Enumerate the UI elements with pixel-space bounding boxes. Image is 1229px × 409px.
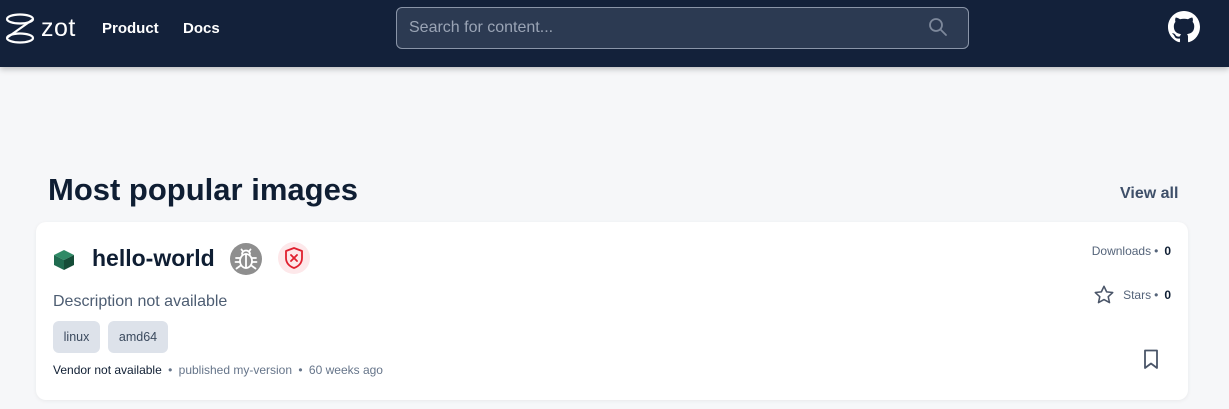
published-text: published my-version [178,363,293,377]
image-meta: Vendor not available • published my-vers… [53,363,383,377]
tag-linux[interactable]: linux [53,321,100,353]
vendor-text: Vendor not available [53,363,162,377]
downloads-label: Downloads [1091,244,1152,258]
bookmark-icon[interactable] [1140,348,1162,370]
tag-amd64[interactable]: amd64 [108,321,168,353]
downloads-value: 0 [1164,244,1171,258]
search-icon[interactable] [928,17,948,37]
image-card[interactable]: hello-world Description not available li… [36,222,1188,400]
stars-label: Stars [1123,288,1152,302]
stars-value: 0 [1164,288,1171,302]
cube-icon [54,250,74,270]
bug-icon[interactable] [229,242,263,276]
github-icon[interactable] [1168,11,1200,43]
search-input[interactable] [397,8,917,48]
image-description: Description not available [53,293,228,310]
nav-docs-link[interactable]: Docs [183,20,220,37]
stars-stat: Stars • 0 [1093,284,1171,306]
meta-separator: • [168,363,173,377]
zot-logo-icon [5,13,35,44]
meta-separator: • [298,363,303,377]
downloads-stat: Downloads • 0 [1092,244,1171,258]
star-icon[interactable] [1093,284,1115,306]
zot-logo[interactable]: zot [2,10,82,46]
logo-text: zot [41,13,76,42]
view-all-link[interactable]: View all [1120,185,1178,203]
image-name[interactable]: hello-world [92,245,215,272]
age-text: 60 weeks ago [308,363,383,377]
top-navigation-bar: zot Product Docs [0,0,1229,67]
search-bar[interactable] [396,7,969,49]
shield-x-icon[interactable] [277,241,311,275]
downloads-separator: • [1154,244,1159,258]
stars-separator: • [1154,288,1159,302]
section-title: Most popular images [48,172,359,207]
nav-product-link[interactable]: Product [102,20,159,37]
